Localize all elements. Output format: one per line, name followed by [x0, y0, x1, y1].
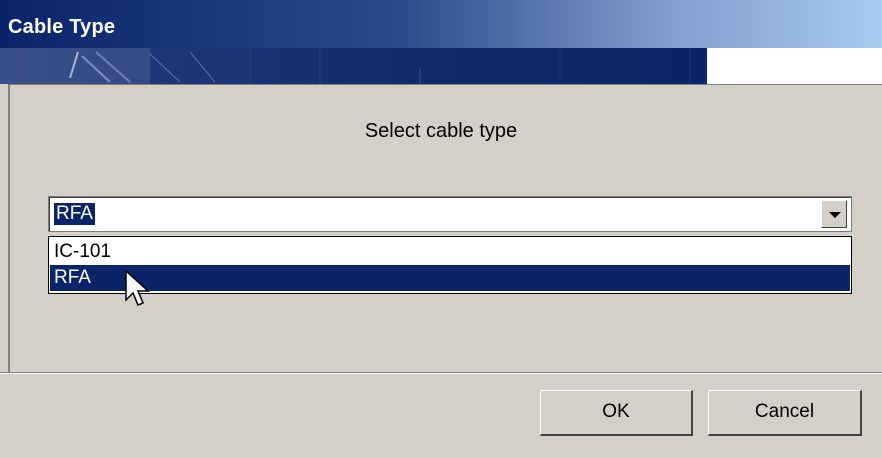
cable-type-combobox[interactable]: RFA	[48, 196, 852, 232]
footer-separator-highlight	[0, 373, 882, 374]
header-banner	[0, 48, 707, 84]
dropdown-list[interactable]: IC-101 RFA	[48, 236, 852, 294]
title-bar[interactable]: Cable Type	[0, 0, 882, 48]
cancel-button[interactable]: Cancel	[708, 390, 862, 436]
window-title: Cable Type	[8, 16, 116, 38]
prompt-label: Select cable type	[364, 120, 518, 142]
dropdown-option-rfa[interactable]: RFA	[50, 265, 850, 291]
combo-selected-value[interactable]: RFA	[54, 203, 95, 225]
ok-button[interactable]: OK	[540, 390, 693, 436]
dropdown-option-ic-101[interactable]: IC-101	[50, 239, 850, 265]
arrow-cursor-icon	[124, 269, 150, 315]
banner-graphic	[0, 48, 691, 84]
dropdown-button[interactable]	[821, 200, 847, 228]
banner-blank	[707, 48, 882, 84]
chevron-down-icon	[829, 212, 841, 218]
